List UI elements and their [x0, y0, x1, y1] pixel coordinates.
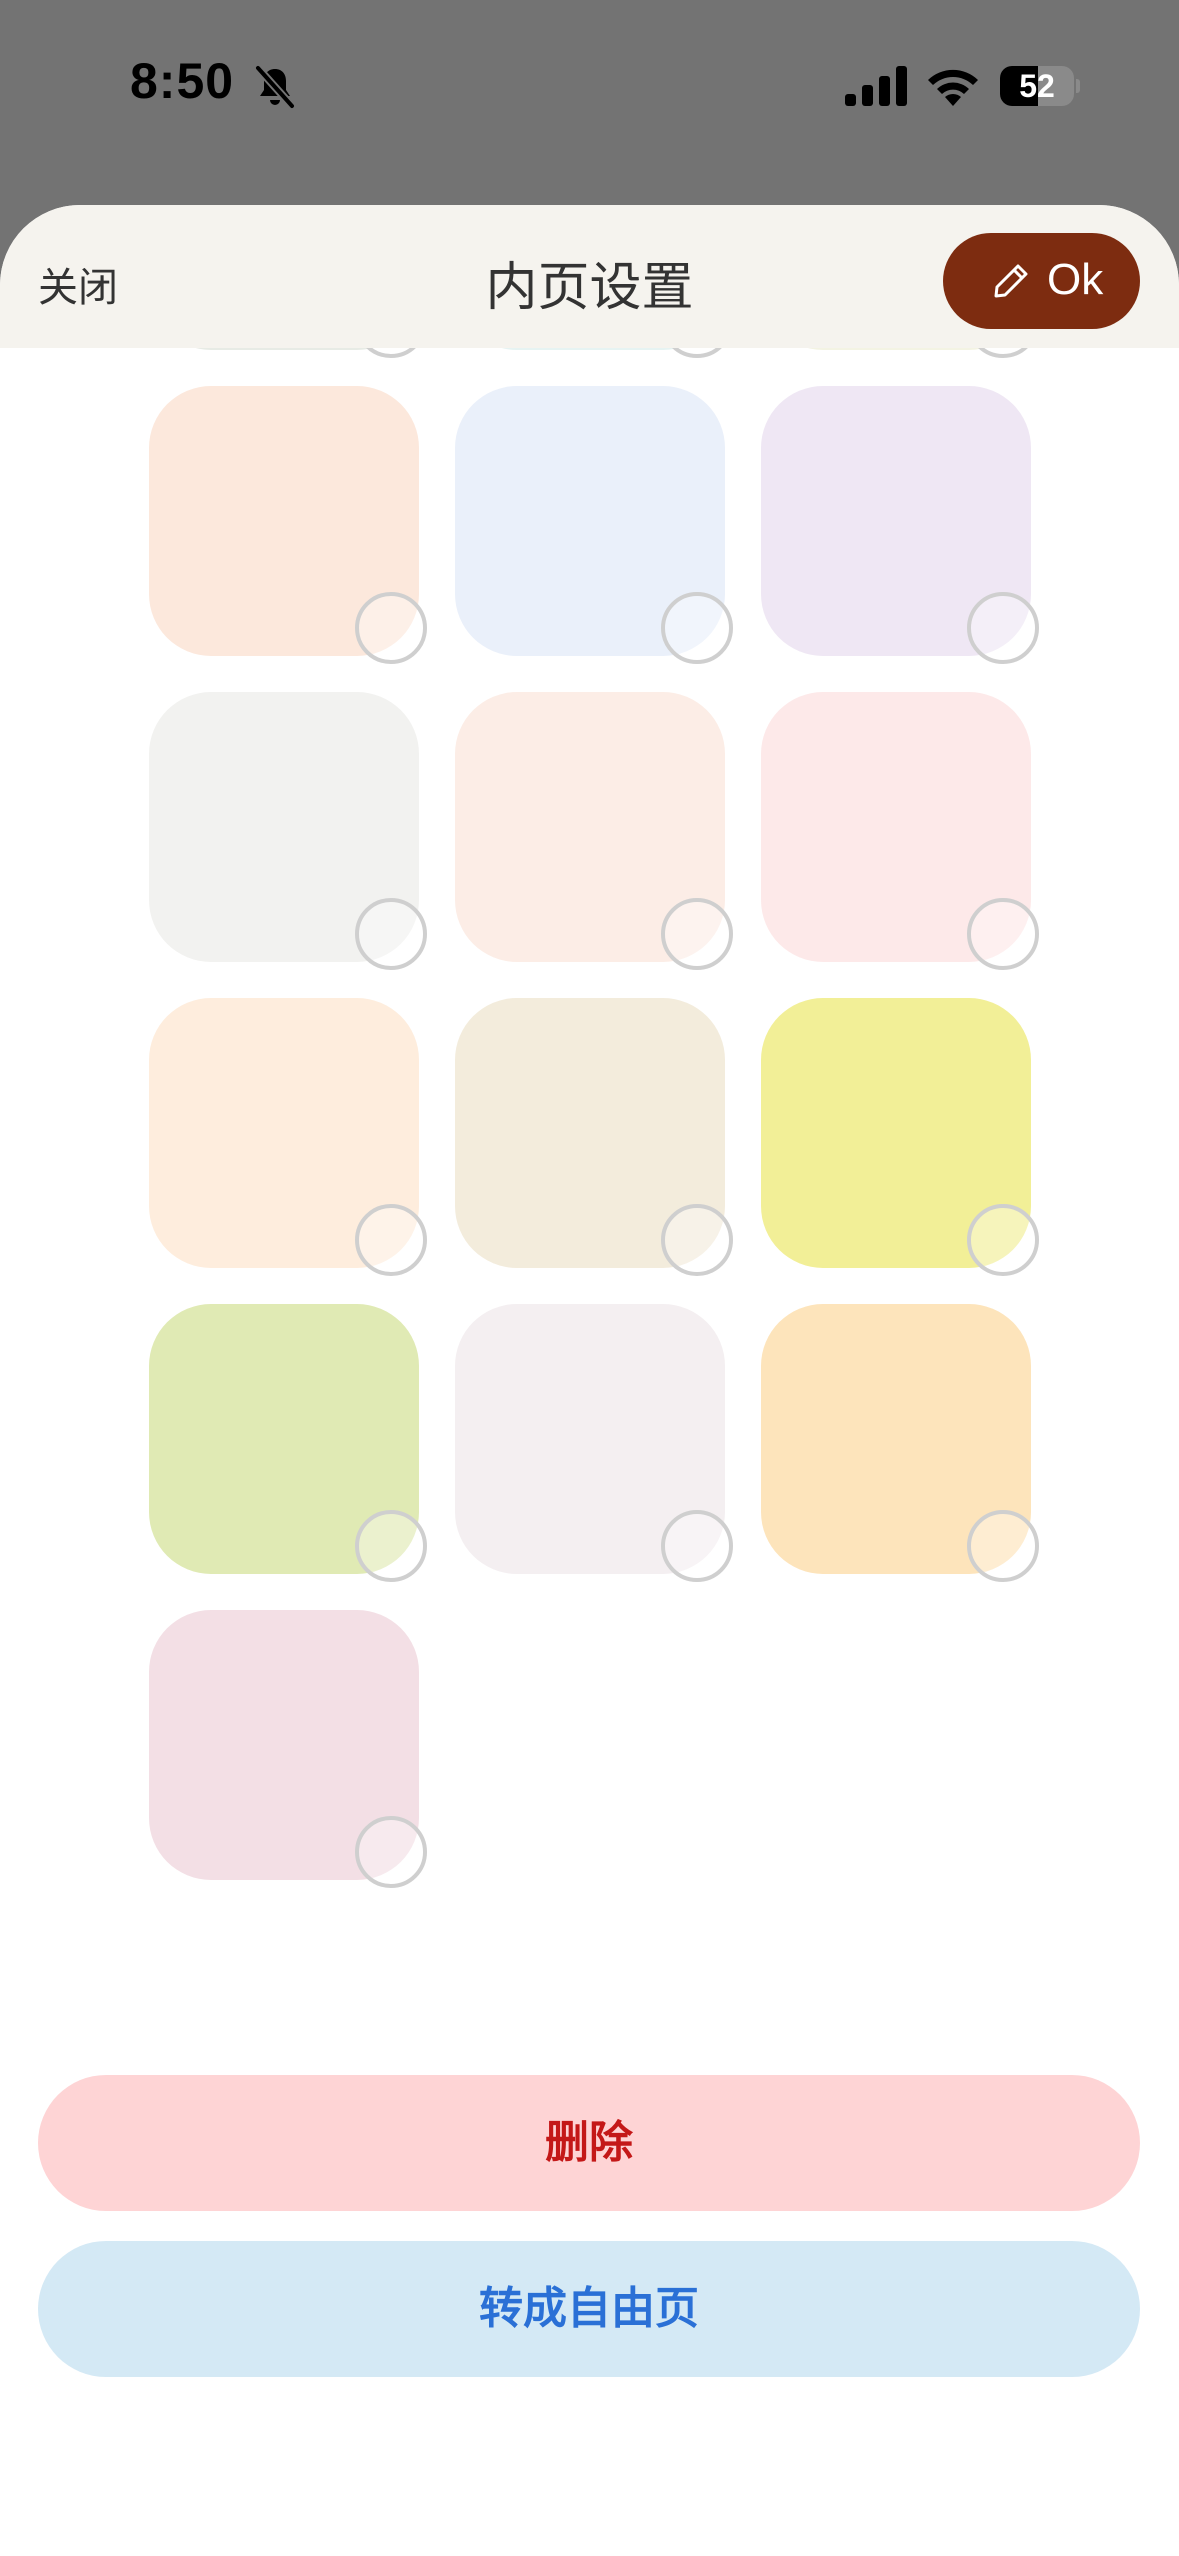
battery-level: 52 — [1019, 68, 1055, 104]
swatch-select-radio[interactable] — [661, 1204, 733, 1276]
page-settings-sheet: 关闭 内页设置 Ok 删除 转成自由页 — [0, 205, 1179, 2556]
swatch-select-radio[interactable] — [355, 592, 427, 664]
convert-label: 转成自由页 — [479, 2283, 699, 2334]
pencil-icon — [994, 264, 1028, 298]
swatch-select-radio[interactable] — [661, 1510, 733, 1582]
swatch-select-radio[interactable] — [967, 898, 1039, 970]
cellular-signal-icon — [845, 66, 907, 106]
swatch-select-radio[interactable] — [355, 1204, 427, 1276]
swatch-select-radio[interactable] — [661, 592, 733, 664]
battery-icon: 52 — [1000, 66, 1080, 106]
swatch-select-radio[interactable] — [967, 1204, 1039, 1276]
swatch-select-radio[interactable] — [661, 898, 733, 970]
swatch-select-radio[interactable] — [355, 1510, 427, 1582]
bell-slash-icon — [255, 65, 295, 109]
swatch-select-radio[interactable] — [967, 1510, 1039, 1582]
color-swatch-grid — [0, 205, 1179, 2005]
sheet-header: 关闭 内页设置 Ok — [0, 205, 1179, 348]
ok-button[interactable]: Ok — [943, 233, 1140, 329]
delete-label: 删除 — [545, 2117, 633, 2168]
status-time: 8:50 — [130, 53, 235, 109]
swatch-select-radio[interactable] — [355, 1816, 427, 1888]
delete-button[interactable]: 删除 — [38, 2075, 1140, 2211]
status-bar: 8:50 52 — [0, 0, 1179, 200]
convert-to-free-page-button[interactable]: 转成自由页 — [38, 2241, 1140, 2377]
swatch-select-radio[interactable] — [355, 898, 427, 970]
ok-label: Ok — [1047, 255, 1104, 304]
swatch-select-radio[interactable] — [967, 592, 1039, 664]
wifi-icon — [928, 69, 978, 106]
